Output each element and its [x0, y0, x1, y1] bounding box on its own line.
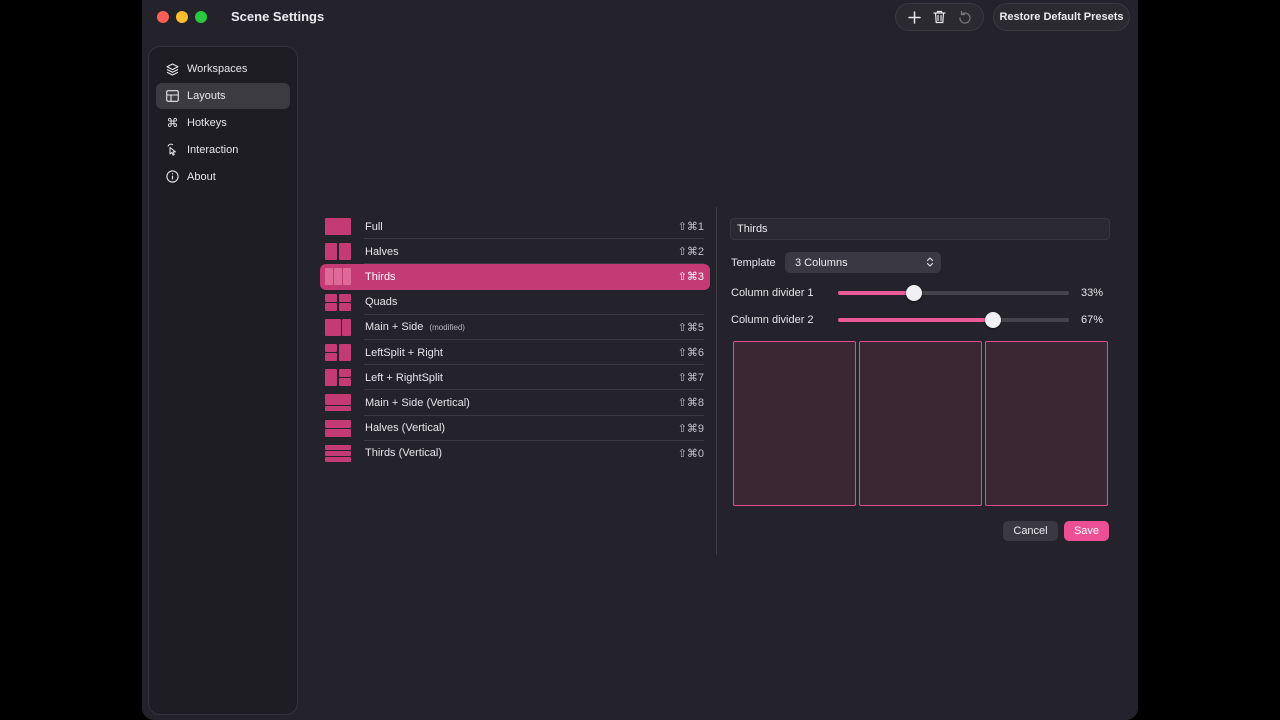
layout-row-thirds-vertical[interactable]: Thirds (Vertical) ⇧⌘0 — [320, 441, 710, 466]
layout-thumbnail — [325, 243, 351, 261]
layout-shortcut: ⇧⌘2 — [677, 246, 704, 259]
layout-name: Halves — [365, 245, 399, 258]
layout-name: Main + Side (modified) — [365, 321, 465, 334]
layout-thumbnail — [325, 444, 351, 462]
stack-icon — [166, 62, 179, 76]
layout-row-full[interactable]: Full ⇧⌘1 — [320, 214, 710, 240]
sidebar-item-label: Interaction — [187, 143, 239, 156]
layout-shortcut: ⇧⌘5 — [677, 321, 704, 334]
layout-name: Halves (Vertical) — [365, 422, 446, 435]
sidebar-item-label: Hotkeys — [187, 116, 227, 129]
layout-shortcut: ⇧⌘7 — [677, 372, 704, 385]
layout-name: LeftSplit + Right — [365, 346, 443, 359]
layout-name: Left + RightSplit — [365, 371, 443, 384]
sidebar-item-about[interactable]: About — [156, 164, 290, 190]
window-title: Scene Settings — [231, 9, 325, 24]
layout-name: Main + Side (Vertical) — [365, 396, 470, 409]
layout-row-thirds[interactable]: Thirds ⇧⌘3 — [320, 264, 710, 290]
layout-thumbnail — [325, 369, 351, 387]
layout-name: Quads — [365, 296, 398, 309]
trash-icon — [933, 10, 946, 24]
command-icon: ⌘ — [166, 115, 179, 130]
column-divider-2-label: Column divider 2 — [731, 314, 814, 326]
add-layout-button[interactable] — [904, 6, 926, 28]
undo-icon — [958, 10, 971, 24]
minimize-window-button[interactable] — [176, 11, 188, 23]
layout-thumbnail — [325, 318, 351, 336]
layout-thumbnail — [325, 293, 351, 311]
sidebar-item-hotkeys[interactable]: ⌘ Hotkeys — [156, 110, 290, 136]
layout-row-left-rightsplit[interactable]: Left + RightSplit ⇧⌘7 — [320, 365, 710, 391]
column-divider-2-value: 67% — [1081, 314, 1104, 326]
template-select[interactable]: 3 Columns — [785, 252, 941, 273]
sidebar-item-workspaces[interactable]: Workspaces — [156, 56, 290, 82]
layout-shortcut: ⇧⌘1 — [677, 221, 704, 234]
layout-shortcut: ⇧⌘8 — [677, 397, 704, 410]
layout-shortcut: ⇧⌘3 — [677, 271, 704, 284]
column-divider-1-value: 33% — [1081, 287, 1104, 299]
chevron-updown-icon — [926, 257, 934, 267]
preview-column — [859, 341, 982, 506]
layout-row-main-side[interactable]: Main + Side (modified) ⇧⌘5 — [320, 315, 710, 340]
layout-name: Thirds (Vertical) — [365, 447, 443, 460]
sidebar-item-layouts[interactable]: Layouts — [156, 82, 290, 109]
slider-fill — [838, 291, 915, 295]
zoom-window-button[interactable] — [195, 11, 207, 23]
layout-preview — [732, 341, 1109, 507]
layout-thumbnail — [325, 419, 351, 437]
close-window-button[interactable] — [157, 11, 169, 23]
revert-button[interactable] — [954, 6, 976, 28]
column-divider-1-slider[interactable] — [838, 285, 1069, 301]
preview-column — [985, 341, 1108, 506]
column-divider-2-slider[interactable] — [838, 312, 1069, 328]
grid-icon — [166, 89, 179, 102]
layout-row-leftsplit-right[interactable]: LeftSplit + Right ⇧⌘6 — [320, 340, 710, 366]
layout-list: Full ⇧⌘1 Halves ⇧⌘2 Thirds ⇧⌘3 Quads Mai… — [320, 214, 710, 466]
layout-thumbnail — [325, 268, 351, 286]
layout-shortcut: ⇧⌘6 — [677, 347, 704, 360]
settings-window: Scene Settings Restore Default Presets W… — [142, 0, 1138, 720]
save-button[interactable]: Save — [1064, 521, 1109, 541]
info-icon — [166, 170, 179, 183]
slider-knob[interactable] — [906, 285, 923, 301]
slider-knob[interactable] — [984, 312, 1001, 328]
column-divider-1-label: Column divider 1 — [731, 287, 814, 299]
preview-column — [733, 341, 856, 506]
layout-thumbnail — [325, 344, 351, 362]
sidebar-item-label: Workspaces — [187, 63, 248, 75]
layout-row-quads[interactable]: Quads — [320, 290, 710, 315]
modified-badge: (modified) — [429, 323, 465, 333]
sidebar: Workspaces Layouts ⌘ Hotkeys Interaction… — [148, 46, 298, 715]
slider-fill — [838, 318, 993, 322]
template-label: Template — [731, 257, 776, 269]
pane-divider — [716, 207, 717, 555]
pointer-icon — [166, 143, 179, 156]
delete-layout-button[interactable] — [929, 6, 951, 28]
layout-shortcut: ⇧⌘9 — [677, 422, 704, 435]
sidebar-item-interaction[interactable]: Interaction — [156, 137, 290, 163]
layout-name: Full — [365, 220, 383, 233]
cancel-button[interactable]: Cancel — [1003, 521, 1058, 541]
layout-thumbnail — [325, 218, 351, 236]
layout-shortcut: ⇧⌘0 — [677, 447, 704, 460]
sidebar-item-label: About — [187, 170, 216, 183]
restore-default-presets-button[interactable]: Restore Default Presets — [993, 3, 1130, 31]
template-value: 3 Columns — [795, 256, 848, 269]
layout-row-halves-vertical[interactable]: Halves (Vertical) ⇧⌘9 — [320, 416, 710, 441]
layout-name-field[interactable]: Thirds — [730, 218, 1110, 240]
toolbar-actions — [895, 3, 984, 31]
layout-row-main-side-vertical[interactable]: Main + Side (Vertical) ⇧⌘8 — [320, 390, 710, 416]
layout-name: Thirds — [365, 270, 396, 283]
layout-thumbnail — [325, 394, 351, 412]
plus-icon — [908, 10, 921, 24]
sidebar-item-label: Layouts — [187, 89, 226, 102]
layout-row-halves[interactable]: Halves ⇧⌘2 — [320, 239, 710, 265]
